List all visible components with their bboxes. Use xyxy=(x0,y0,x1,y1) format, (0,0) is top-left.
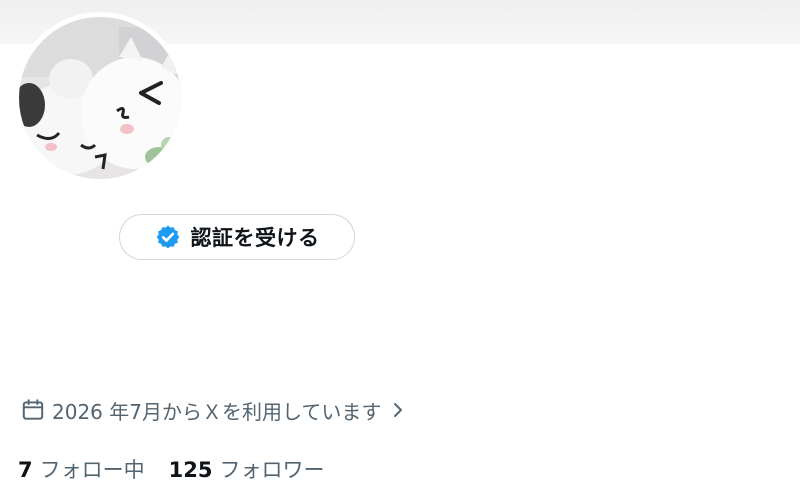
followers-link[interactable]: 125 フォロワー xyxy=(169,454,325,484)
followers-label: フォロワー xyxy=(219,458,325,482)
following-link[interactable]: 7 フォロー中 xyxy=(18,454,145,484)
chevron-right-icon xyxy=(394,403,403,417)
following-count: 7 xyxy=(18,458,33,482)
calendar-icon xyxy=(22,399,44,420)
followers-count: 125 xyxy=(168,458,213,482)
joined-date[interactable]: 2026 年7月からＸを利用しています xyxy=(20,396,407,424)
following-label: フォロー中 xyxy=(39,458,145,482)
joined-date-text: 2026 年7月からＸを利用しています xyxy=(52,399,382,424)
verified-badge-icon xyxy=(156,225,179,249)
avatar-image xyxy=(19,17,181,179)
get-verified-button[interactable]: 認証を受ける xyxy=(119,214,355,260)
follow-stats: 7 フォロー中 125 フォロワー xyxy=(18,454,324,484)
get-verified-label: 認証を受ける xyxy=(190,226,320,250)
profile-avatar[interactable] xyxy=(14,12,186,184)
